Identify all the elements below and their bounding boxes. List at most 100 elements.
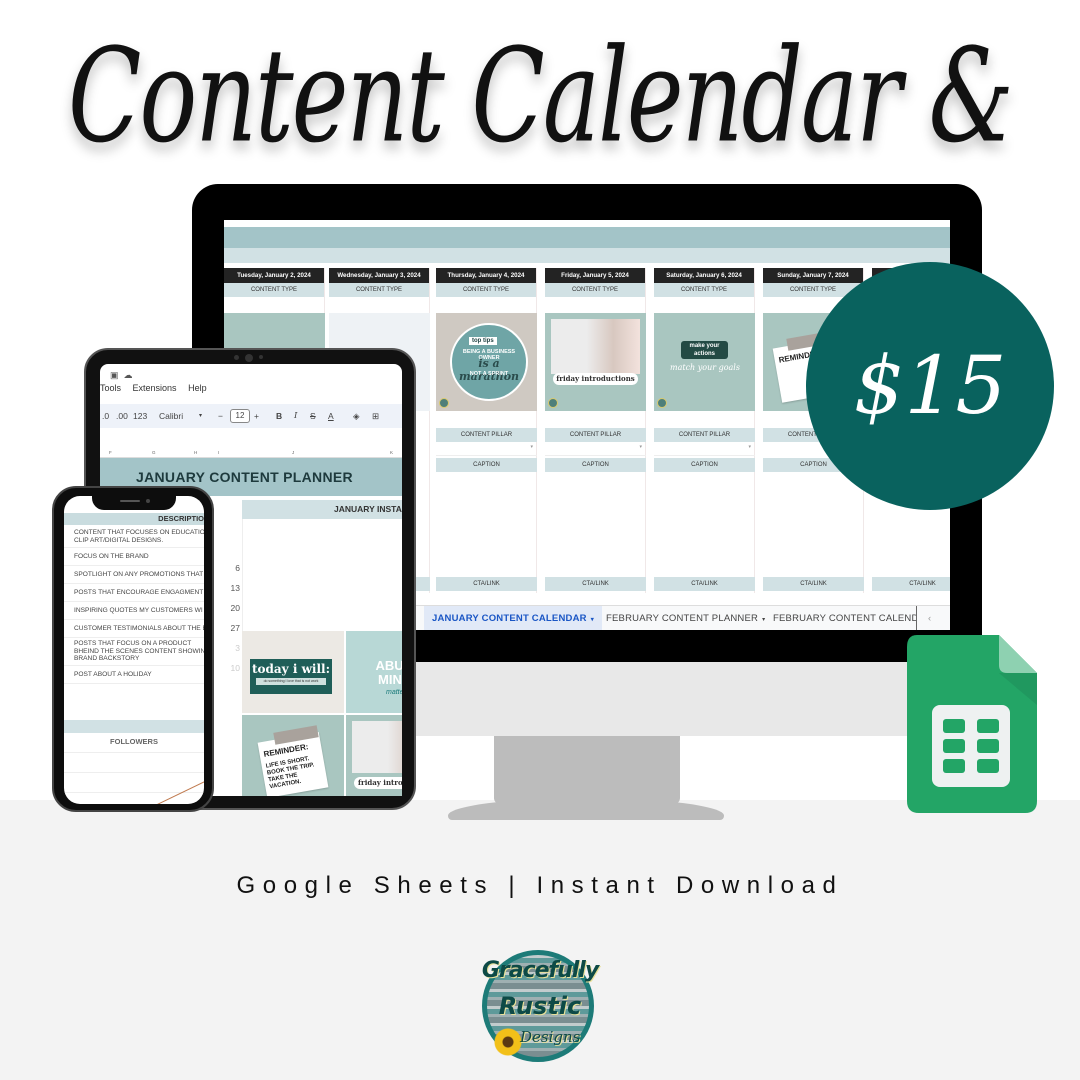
followers-chart-line bbox=[157, 781, 204, 804]
day-number: 27 bbox=[230, 623, 240, 633]
post-text: friday intro bbox=[354, 777, 402, 789]
day-date-header: Tuesday, January 2, 2024 bbox=[224, 268, 324, 283]
menu-bar: Tools Extensions Help bbox=[100, 383, 216, 397]
pillar-dropdown[interactable]: ▾ bbox=[545, 444, 646, 456]
content-type-header: CONTENT TYPE bbox=[224, 283, 324, 297]
content-pillar-header: CONTENT PILLAR bbox=[436, 428, 537, 442]
strikethrough-button[interactable]: S bbox=[310, 404, 316, 428]
increase-decimal-button[interactable]: .00 bbox=[116, 404, 128, 428]
column-header[interactable]: G bbox=[152, 450, 156, 455]
number-format-button[interactable]: 123 bbox=[133, 404, 147, 428]
day-date-header: Wednesday, January 3, 2024 bbox=[329, 268, 429, 283]
bold-button[interactable]: B bbox=[276, 404, 282, 428]
post-text: is a marathon bbox=[458, 357, 520, 383]
cta-link-header: CTA/LINK bbox=[436, 577, 537, 591]
planner-subheader: JANUARY INSTA bbox=[242, 500, 402, 519]
sunflower-icon bbox=[494, 1028, 522, 1056]
description-row[interactable]: POSTS THAT ENCOURAGE ENGAGMENT bbox=[64, 584, 204, 602]
decrease-decimal-button[interactable]: .0 bbox=[102, 404, 109, 428]
sheet-tab-february-content-calendar[interactable]: FEBRUARY CONTENT CALENDA bbox=[765, 606, 917, 630]
tab-menu-caret-icon[interactable]: ▾ bbox=[591, 617, 594, 623]
description-row[interactable]: SPOTLIGHT ON ANY PROMOTIONS THAT bbox=[64, 566, 204, 584]
row-text: INSPIRING QUOTES MY CUSTOMERS WI bbox=[74, 606, 203, 614]
description-row[interactable]: INSPIRING QUOTES MY CUSTOMERS WI bbox=[64, 602, 204, 620]
description-row[interactable]: POST ABOUT A HOLIDAY bbox=[64, 666, 204, 684]
grid-line bbox=[242, 519, 243, 631]
reminder-note: REMINDER: LIFE IS SHORT. BOOK THE TRIP. … bbox=[257, 732, 329, 796]
decrease-font-size-button[interactable]: − bbox=[218, 404, 223, 428]
font-family-select[interactable]: Calibri bbox=[159, 404, 183, 428]
pillar-dropdown[interactable]: ▾ bbox=[654, 444, 755, 456]
price-badge: $15 bbox=[806, 262, 1054, 510]
content-type-header: CONTENT TYPE bbox=[436, 283, 536, 297]
column-header[interactable]: K bbox=[390, 450, 393, 455]
cta-link-header: CTA/LINK bbox=[763, 577, 864, 591]
folder-icon[interactable]: ▣ bbox=[110, 370, 119, 380]
description-row[interactable]: POSTS THAT FOCUS ON A PRODUCT BHEIND THE … bbox=[64, 638, 204, 666]
day-number: 10 bbox=[230, 663, 240, 673]
day-number: 13 bbox=[230, 583, 240, 593]
row-text: POSTS THAT ENCOURAGE ENGAGMENT bbox=[74, 588, 204, 596]
google-sheets-icon bbox=[907, 635, 1037, 813]
sheet-tab-february-content-planner[interactable]: FEBRUARY CONTENT PLANNER ▾ bbox=[598, 606, 773, 630]
logo-text: Gracefully bbox=[481, 958, 599, 983]
post-friday-intro[interactable]: friday intro bbox=[346, 715, 402, 796]
phone-notch bbox=[92, 496, 176, 510]
content-pillar-header: CONTENT PILLAR bbox=[654, 428, 755, 442]
sheet-sub-band bbox=[224, 248, 950, 263]
post-image-make-your-actions[interactable]: make your actions match your goals bbox=[654, 313, 755, 411]
post-today-i-will[interactable]: today i will: do something I love that i… bbox=[242, 631, 344, 713]
post-reminder[interactable]: REMINDER: LIFE IS SHORT. BOOK THE TRIP. … bbox=[242, 715, 344, 796]
cloud-saved-icon[interactable]: ☁ bbox=[124, 370, 133, 380]
description-row[interactable]: CONTENT THAT FOCUSES ON EDUCATIO CLIP ART… bbox=[64, 526, 204, 548]
menu-tools[interactable]: Tools bbox=[100, 383, 121, 393]
menu-help[interactable]: Help bbox=[188, 383, 207, 393]
menu-extensions[interactable]: Extensions bbox=[133, 383, 177, 393]
sheet-title-band bbox=[224, 227, 950, 248]
caption-header: CAPTION bbox=[436, 458, 537, 472]
dropdown-caret-icon: ▾ bbox=[530, 444, 533, 450]
brand-mini-logo bbox=[439, 398, 449, 408]
tab-label: FEBRUARY CONTENT CALENDA bbox=[773, 613, 917, 624]
post-image-friday-introductions[interactable]: friday introductions bbox=[545, 313, 646, 411]
trend-line bbox=[157, 781, 204, 804]
scroll-tabs-left-button[interactable]: ‹ bbox=[920, 606, 939, 630]
post-image-top-tips[interactable]: top tips BEING A BUSINESS OWNER is a mar… bbox=[436, 313, 537, 411]
sheet-tab-january-content-calendar[interactable]: JANUARY CONTENT CALENDAR ▾ bbox=[424, 606, 602, 630]
fill-color-button[interactable]: ◈ bbox=[353, 404, 360, 428]
content-type-header: CONTENT TYPE bbox=[545, 283, 645, 297]
column-header[interactable]: I bbox=[218, 450, 219, 455]
description-row[interactable]: FOCUS ON THE BRAND bbox=[64, 548, 204, 566]
post-text: do something I love that is not work bbox=[256, 678, 326, 685]
day-number: 6 bbox=[235, 563, 240, 573]
row-text: SPOTLIGHT ON ANY PROMOTIONS THAT bbox=[74, 570, 204, 578]
dropdown-caret-icon: ▾ bbox=[639, 444, 642, 450]
row-text: POSTS THAT FOCUS ON A PRODUCT bbox=[74, 640, 192, 648]
day-date-header: Friday, January 5, 2024 bbox=[545, 268, 645, 283]
post-text: ABUNDMINDS bbox=[354, 659, 402, 687]
column-header[interactable]: J bbox=[292, 450, 294, 455]
cta-link-header: CTA/LINK bbox=[545, 577, 646, 591]
pillar-dropdown[interactable]: ▾ bbox=[436, 444, 537, 456]
tab-label: JANUARY CONTENT CALENDAR bbox=[432, 613, 587, 624]
column-header[interactable]: F bbox=[109, 450, 112, 455]
post-photo bbox=[551, 319, 640, 374]
post-text: make your actions bbox=[681, 341, 728, 359]
description-row[interactable]: CUSTOMER TESTIMONIALS ABOUT THE B bbox=[64, 620, 204, 638]
post-text: today i will: bbox=[251, 662, 331, 676]
text-color-button[interactable]: A bbox=[328, 404, 334, 428]
font-dropdown-caret-icon[interactable]: ▾ bbox=[199, 404, 202, 428]
post-text: NOT A SPRINT bbox=[469, 371, 509, 377]
italic-button[interactable]: I bbox=[294, 404, 297, 428]
description-header: DESCRIPTIO bbox=[64, 513, 204, 525]
column-header[interactable]: H bbox=[194, 450, 197, 455]
post-abundance-mindset[interactable]: ABUNDMINDS matte bbox=[346, 631, 402, 713]
day-column: Saturday, January 6, 2024 CONTENT TYPE m… bbox=[654, 268, 755, 593]
content-type-header: CONTENT TYPE bbox=[329, 283, 429, 297]
post-badge: top tips bbox=[469, 337, 497, 345]
borders-button[interactable]: ⊞ bbox=[372, 404, 379, 428]
font-size-input[interactable]: 12 bbox=[230, 409, 250, 423]
increase-font-size-button[interactable]: + bbox=[254, 404, 259, 428]
toolbar-icons: ▣ ☁ bbox=[110, 370, 133, 381]
post-text: match your goals bbox=[670, 363, 740, 372]
